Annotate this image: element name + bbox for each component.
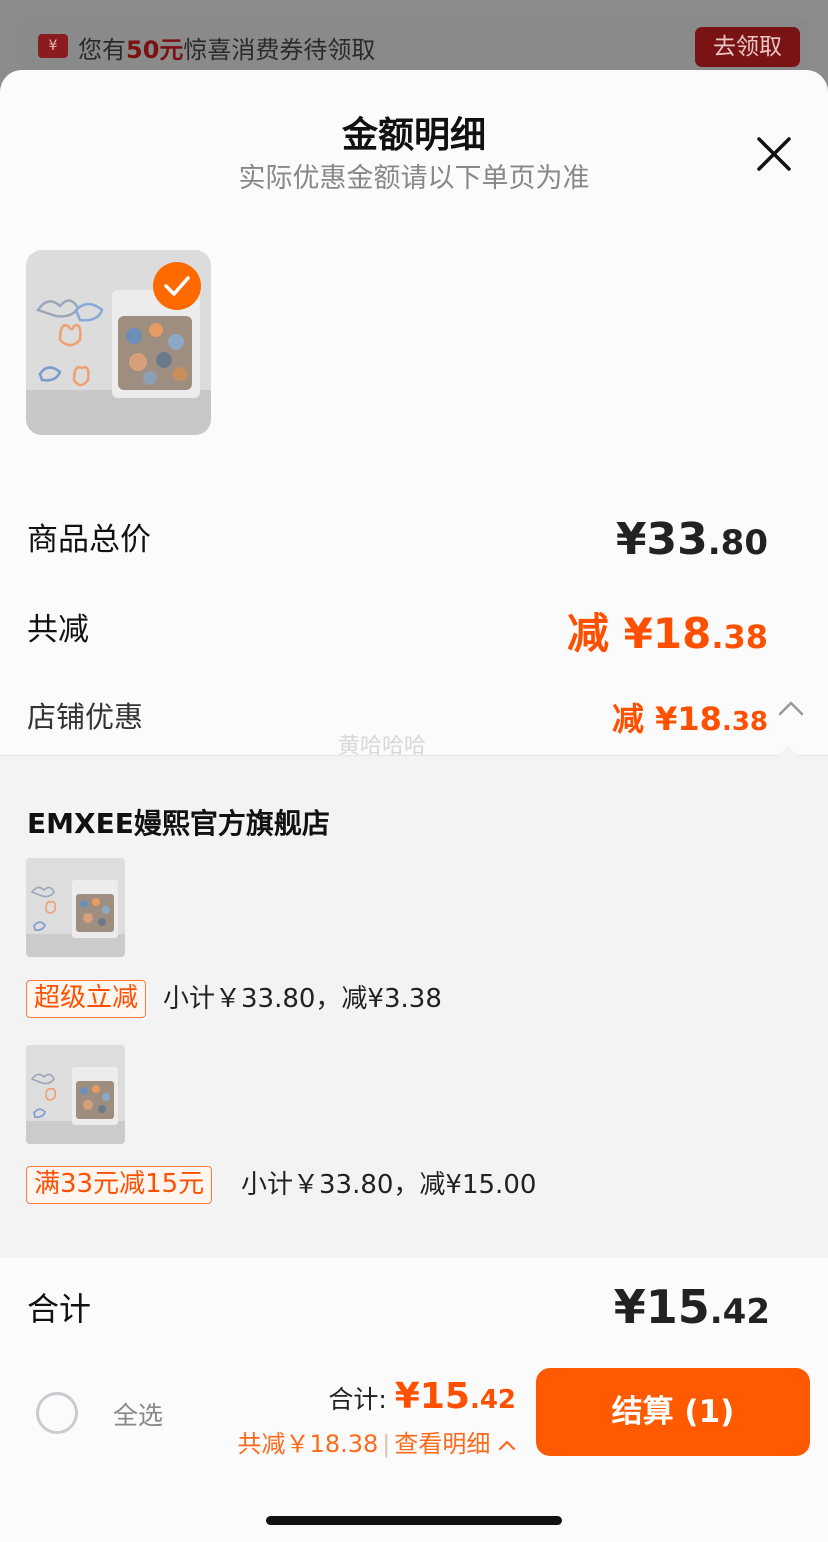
checkout-button[interactable]: 结算 (1) (536, 1368, 810, 1456)
footer-reduce: 共减￥18.38 | 查看明细 (238, 1424, 516, 1459)
total-value: ¥15.42 (614, 1280, 770, 1334)
footer-sum-label: 合计: (328, 1385, 395, 1414)
goods-total-label: 商品总价 (27, 522, 151, 558)
item-thumbnail[interactable] (26, 858, 125, 957)
goods-total-dec: .80 (707, 523, 768, 563)
total-int: ¥15 (613, 1280, 710, 1334)
shop-discount-int: 减 ¥18 (611, 700, 722, 738)
product-thumbnail[interactable] (26, 250, 211, 435)
coupon-banner: ¥ 您有50元惊喜消费券待领取 去领取 (18, 18, 810, 76)
coupon-amount: 50元 (126, 36, 184, 64)
ticket-icon: ¥ (38, 34, 68, 58)
home-indicator[interactable] (266, 1516, 562, 1525)
promo-subtotal-text: 小计￥33.80，减¥3.38 (163, 984, 442, 1014)
coupon-banner-text: 您有50元惊喜消费券待领取 (78, 30, 375, 65)
shop-discount-value[interactable]: 减 ¥18.38 (612, 694, 768, 740)
sheet-subtitle: 实际优惠金额请以下单页为准 (238, 163, 590, 194)
goods-total-int: ¥33 (615, 514, 708, 565)
promo-subtotal-text: 小计￥33.80，减¥15.00 (241, 1170, 537, 1200)
shop-discount-label: 店铺优惠 (27, 700, 144, 734)
footer-sum-int: ¥15 (394, 1376, 470, 1417)
coupon-banner-suffix: 惊喜消费券待领取 (183, 36, 376, 64)
total-reduce-int: 减 ¥18 (567, 609, 712, 658)
total-reduce-value: 减 ¥18.38 (567, 600, 768, 661)
promo-tag: 满33元减15元 (26, 1166, 213, 1204)
shop-name: EMXEE嫚熙官方旗舰店 (27, 807, 330, 840)
shop-discount-dec: .38 (721, 707, 768, 737)
view-detail-link[interactable]: 查看明细 (394, 1430, 490, 1458)
select-all-label[interactable]: 全选 (113, 1396, 163, 1432)
panel-pointer (776, 746, 800, 758)
chevron-up-icon[interactable] (498, 1439, 516, 1451)
footer-reduce-text: 共减￥18.38 (237, 1430, 379, 1458)
watermark-text: 黄哈哈哈 (338, 734, 427, 759)
total-dec: .42 (709, 1292, 770, 1332)
claim-coupon-button[interactable]: 去领取 (695, 27, 800, 67)
amount-detail-sheet: 金额明细 实际优惠金额请以下单页为准 商品总价 ¥33.80 共减 减 ¥18.… (0, 70, 828, 1542)
total-reduce-dec: .38 (711, 618, 768, 656)
select-all-radio[interactable] (36, 1392, 78, 1434)
footer-sum-amount: ¥15.42 (395, 1376, 516, 1417)
total-label: 合计 (27, 1290, 92, 1328)
footer-sum: 合计: ¥15.42 (328, 1376, 516, 1417)
selected-check-icon[interactable] (153, 262, 201, 310)
footer-sum-dec: .42 (469, 1385, 516, 1415)
item-thumbnail[interactable] (26, 1045, 125, 1144)
promo-tag: 超级立减 (26, 980, 147, 1018)
chevron-up-icon[interactable] (778, 700, 804, 720)
goods-total-value: ¥33.80 (616, 514, 768, 565)
coupon-banner-prefix: 您有 (78, 36, 126, 64)
sheet-title: 金额明细 (341, 115, 486, 156)
total-reduce-label: 共减 (27, 612, 89, 648)
close-icon[interactable] (756, 136, 792, 172)
separator: | (382, 1430, 391, 1458)
